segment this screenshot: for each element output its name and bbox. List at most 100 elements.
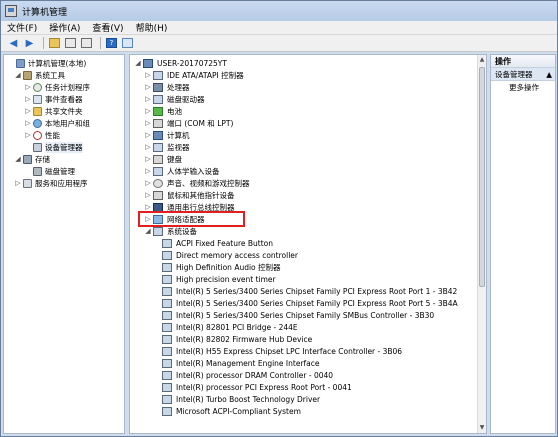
device-root-label: USER-20170725YT xyxy=(157,58,227,68)
expand-triangle-icon[interactable]: ▷ xyxy=(144,155,152,163)
help-icon: ? xyxy=(106,38,117,48)
device-icon xyxy=(162,262,172,272)
back-arrow-icon[interactable]: ◀ xyxy=(7,37,20,50)
expand-triangle-icon[interactable]: ▷ xyxy=(144,191,152,199)
expand-triangle-icon[interactable]: ▷ xyxy=(24,119,32,127)
more-actions-link[interactable]: 更多操作 xyxy=(491,81,555,95)
console-tree-icon xyxy=(65,38,76,48)
services-icon xyxy=(23,178,32,188)
system-device-item[interactable]: High Definition Audio 控制器 xyxy=(162,261,281,273)
scrollbar-thumb[interactable] xyxy=(479,67,485,287)
device-category-keyboards[interactable]: ▷ 键盘 xyxy=(144,153,182,165)
menu-action[interactable]: 操作(A) xyxy=(49,21,80,34)
log-icon xyxy=(33,94,42,104)
collapse-triangle-icon[interactable]: ◢ xyxy=(14,155,22,163)
device-category-label: 磁盘驱动器 xyxy=(167,94,205,104)
tree-item-label: 本地用户和组 xyxy=(45,118,90,128)
menu-help[interactable]: 帮助(H) xyxy=(136,21,168,34)
expand-triangle-icon[interactable]: ▷ xyxy=(144,167,152,175)
device-category-sound[interactable]: ▷ 声音、视频和游戏控制器 xyxy=(144,177,250,189)
expand-triangle-icon[interactable]: ▷ xyxy=(24,83,32,91)
clock-icon xyxy=(33,82,42,92)
expand-triangle-icon[interactable]: ▷ xyxy=(144,119,152,127)
system-device-item[interactable]: Direct memory access controller xyxy=(162,249,298,261)
tree-item-shared-folders[interactable]: ▷ 共享文件夹 xyxy=(24,105,83,117)
system-device-label: High precision event timer xyxy=(176,274,276,284)
system-device-item[interactable]: Intel(R) 82802 Firmware Hub Device xyxy=(162,333,312,345)
system-device-item[interactable]: Intel(R) Management Engine Interface xyxy=(162,357,320,369)
device-category-hid[interactable]: ▷ 人体学输入设备 xyxy=(144,165,220,177)
expand-triangle-icon[interactable]: ▷ xyxy=(144,83,152,91)
expand-triangle-icon[interactable]: ▷ xyxy=(144,95,152,103)
device-category-label: 人体学输入设备 xyxy=(167,166,220,176)
tree-item-performance[interactable]: ▷ 性能 xyxy=(24,129,60,141)
tree-item-storage[interactable]: ◢ 存储 xyxy=(14,153,50,165)
export-list-button[interactable] xyxy=(80,37,93,50)
tree-item-label: 事件查看器 xyxy=(45,94,83,104)
menu-view[interactable]: 查看(V) xyxy=(92,21,123,34)
collapse-triangle-icon[interactable]: ◢ xyxy=(14,71,22,79)
toolbar: ◀ ▶ ? xyxy=(1,35,557,52)
collapse-triangle-icon[interactable]: ◢ xyxy=(134,59,142,67)
collapse-triangle-icon[interactable]: ◢ xyxy=(144,227,152,235)
device-category-disk-drives[interactable]: ▷ 磁盘驱动器 xyxy=(144,93,205,105)
collapse-arrow-icon[interactable]: ▲ xyxy=(546,68,552,80)
tree-item-computer-management[interactable]: 计算机管理(本地) xyxy=(7,57,86,69)
system-device-item[interactable]: Intel(R) processor PCI Express Root Port… xyxy=(162,381,352,393)
processor-icon xyxy=(153,82,163,92)
device-category-mice[interactable]: ▷ 鼠标和其他指针设备 xyxy=(144,189,235,201)
system-device-item[interactable]: Microsoft ACPI-Compliant System xyxy=(162,405,301,417)
expand-triangle-icon[interactable]: ▷ xyxy=(144,179,152,187)
show-action-pane-button[interactable] xyxy=(121,37,134,50)
tree-item-local-users[interactable]: ▷ 本地用户和组 xyxy=(24,117,90,129)
tree-item-services-applications[interactable]: ▷ 服务和应用程序 xyxy=(14,177,88,189)
scroll-up-arrow-icon[interactable]: ▲ xyxy=(478,55,486,65)
tree-item-system-tools[interactable]: ◢ 系统工具 xyxy=(14,69,65,81)
expand-triangle-icon[interactable]: ▷ xyxy=(24,95,32,103)
mouse-icon xyxy=(153,190,163,200)
show-hide-tree-button[interactable] xyxy=(64,37,77,50)
expand-triangle-icon[interactable]: ▷ xyxy=(24,131,32,139)
tree-item-event-viewer[interactable]: ▷ 事件查看器 xyxy=(24,93,83,105)
tree-item-task-scheduler[interactable]: ▷ 任务计划程序 xyxy=(24,81,90,93)
device-category-battery[interactable]: ▷ 电池 xyxy=(144,105,182,117)
expand-triangle-icon[interactable]: ▷ xyxy=(144,107,152,115)
expand-triangle-icon[interactable]: ▷ xyxy=(144,143,152,151)
system-device-item[interactable]: Intel(R) H55 Express Chipset LPC Interfa… xyxy=(162,345,402,357)
forward-arrow-icon[interactable]: ▶ xyxy=(23,37,36,50)
system-device-item[interactable]: Intel(R) 5 Series/3400 Series Chipset Fa… xyxy=(162,297,458,309)
system-device-item[interactable]: Intel(R) Turbo Boost Technology Driver xyxy=(162,393,320,405)
system-device-item[interactable]: ACPI Fixed Feature Button xyxy=(162,237,273,249)
device-category-computer[interactable]: ▷ 计算机 xyxy=(144,129,190,141)
system-device-item[interactable]: Intel(R) 5 Series/3400 Series Chipset Fa… xyxy=(162,309,434,321)
device-icon xyxy=(162,250,172,260)
help-button[interactable]: ? xyxy=(105,37,118,50)
system-device-item[interactable]: High precision event timer xyxy=(162,273,276,285)
expand-triangle-icon[interactable]: ▷ xyxy=(144,203,152,211)
system-device-item[interactable]: Intel(R) 5 Series/3400 Series Chipset Fa… xyxy=(162,285,457,297)
system-device-label: Intel(R) H55 Express Chipset LPC Interfa… xyxy=(176,346,403,356)
up-folder-button[interactable] xyxy=(48,37,61,50)
tree-item-disk-management[interactable]: 磁盘管理 xyxy=(24,165,75,177)
device-category-ports[interactable]: ▷ 端口 (COM 和 LPT) xyxy=(144,117,233,129)
system-device-item[interactable]: Intel(R) processor DRAM Controller - 004… xyxy=(162,369,333,381)
actions-section-device-manager[interactable]: 设备管理器 ▲ xyxy=(491,68,555,81)
device-tree-root[interactable]: ◢ USER-20170725YT xyxy=(134,57,227,69)
toolbar-separator xyxy=(43,37,44,49)
scroll-down-arrow-icon[interactable]: ▼ xyxy=(478,423,486,433)
expand-triangle-icon[interactable]: ▷ xyxy=(144,71,152,79)
expand-toggle-icon[interactable] xyxy=(7,59,15,67)
device-icon xyxy=(162,310,172,320)
device-category-ide[interactable]: ▷ IDE ATA/ATAPI 控制器 xyxy=(144,69,244,81)
tree-item-label: 性能 xyxy=(45,130,60,140)
device-category-monitors[interactable]: ▷ 监视器 xyxy=(144,141,190,153)
menu-file[interactable]: 文件(F) xyxy=(7,21,37,34)
tree-item-device-manager[interactable]: 设备管理器 xyxy=(24,141,83,153)
computer-icon xyxy=(143,58,153,68)
system-device-item[interactable]: Intel(R) 82801 PCI Bridge - 244E xyxy=(162,321,298,333)
expand-triangle-icon[interactable]: ▷ xyxy=(144,131,152,139)
vertical-scrollbar[interactable]: ▲ ▼ xyxy=(477,55,486,433)
expand-triangle-icon[interactable]: ▷ xyxy=(14,179,22,187)
expand-triangle-icon[interactable]: ▷ xyxy=(24,107,32,115)
device-category-processor[interactable]: ▷ 处理器 xyxy=(144,81,190,93)
